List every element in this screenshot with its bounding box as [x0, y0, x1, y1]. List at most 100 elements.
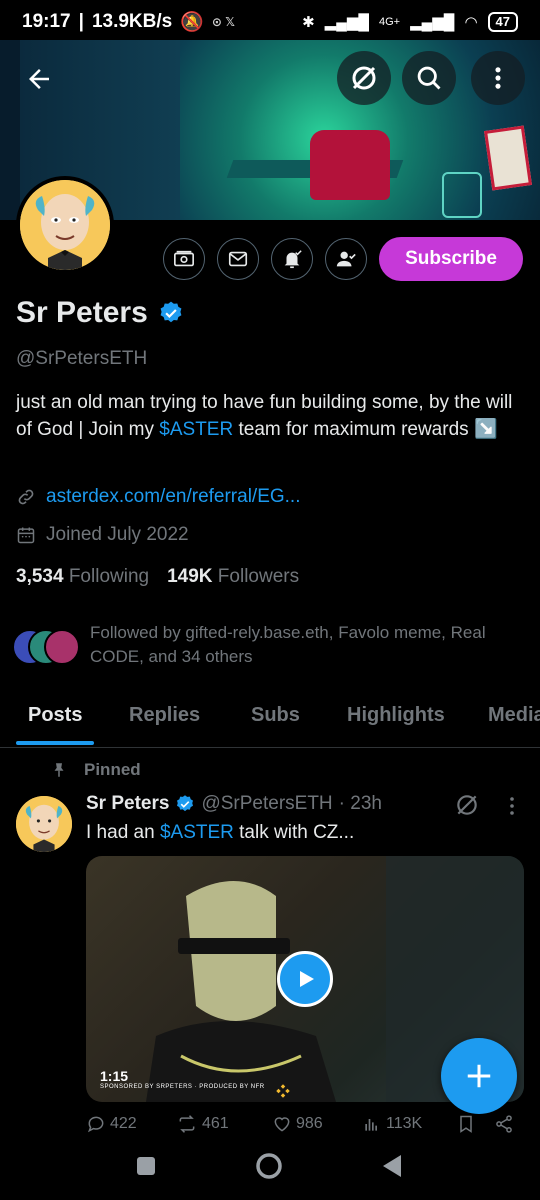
app-icon: ⊙ 𝕏: [211, 15, 235, 29]
tip-button[interactable]: [163, 238, 205, 280]
more-vertical-icon: [510, 797, 514, 815]
tab-media[interactable]: Media: [488, 704, 540, 727]
followed-by-row[interactable]: Followed by gifted-rely.base.eth, Favolo…: [12, 621, 532, 669]
bookmark-button[interactable]: [456, 1114, 476, 1134]
battery-indicator: 47: [487, 12, 518, 32]
tab-posts[interactable]: Posts: [28, 704, 82, 727]
joined-date: Joined July 2022: [46, 524, 189, 545]
system-nav-bar: [0, 1140, 540, 1200]
back-nav-button[interactable]: [381, 1153, 403, 1184]
status-speed: 13.9KB/s: [91, 11, 173, 32]
grok-button[interactable]: [337, 51, 391, 105]
profile-bio: just an old man trying to have fun build…: [16, 392, 513, 440]
arrow-emoji-icon: ↘️: [473, 419, 498, 440]
wifi-icon: ◠: [464, 14, 478, 31]
grok-icon: [457, 795, 477, 815]
following-button[interactable]: [325, 238, 367, 280]
verified-badge-icon[interactable]: [158, 300, 184, 326]
more-vertical-icon: [495, 67, 501, 89]
following-link[interactable]: 3,534 Following: [16, 566, 149, 588]
post-time: · 23h: [338, 793, 382, 814]
website-row: asterdex.com/en/referral/EG...: [16, 486, 301, 508]
post-header: Sr Peters @SrPetersETH · 23h: [86, 793, 382, 815]
like-button[interactable]: 986: [272, 1114, 323, 1134]
profile-avatar[interactable]: [16, 176, 114, 274]
more-options-button[interactable]: [471, 51, 525, 105]
plus-icon: [467, 1064, 491, 1088]
pinned-label: Pinned: [84, 760, 141, 779]
video-duration: 1:15 SPONSORED BY SRPETERS · PRODUCED BY…: [100, 1068, 265, 1090]
message-button[interactable]: [217, 238, 259, 280]
circle-home-icon: [256, 1153, 282, 1179]
play-button[interactable]: [277, 951, 333, 1007]
post-more-button[interactable]: [500, 794, 524, 823]
post-author-avatar[interactable]: [16, 796, 72, 852]
followers-count: 149K: [167, 566, 213, 587]
profile-name-row: Sr Peters: [16, 296, 184, 330]
repost-button[interactable]: 461: [176, 1114, 229, 1134]
grok-icon: [352, 66, 376, 90]
followed-by-text: Followed by gifted-rely.base.eth, Favolo…: [90, 623, 486, 666]
profile-name: Sr Peters: [16, 296, 148, 329]
triangle-back-icon: [383, 1155, 401, 1177]
avatar-image: [20, 180, 110, 270]
compose-fab[interactable]: [441, 1038, 517, 1114]
bookmark-icon: [460, 1115, 472, 1133]
website-link[interactable]: asterdex.com/en/referral/EG...: [46, 486, 301, 508]
repost-icon: [179, 1115, 195, 1133]
mute-icon: 🔕: [180, 12, 204, 33]
followers-label: Followers: [217, 566, 300, 587]
share-icon: [496, 1115, 512, 1133]
follow-counts: 3,534 Following 149K Followers: [16, 566, 299, 588]
follower-avatars: [12, 625, 80, 665]
post-cashtag-link[interactable]: $ASTER: [160, 822, 234, 843]
profile-tabs: Posts Replies Subs Highlights Media: [0, 692, 540, 748]
subscribe-button[interactable]: Subscribe: [379, 237, 523, 281]
post-author-name[interactable]: Sr Peters: [86, 793, 169, 815]
reply-icon: [87, 1116, 104, 1133]
notifications-button[interactable]: [271, 238, 313, 280]
tab-highlights[interactable]: Highlights: [347, 704, 445, 727]
recents-button[interactable]: [136, 1156, 156, 1181]
home-button[interactable]: [255, 1152, 283, 1185]
bluetooth-icon: ✱: [302, 14, 315, 31]
following-count: 3,534: [16, 566, 64, 587]
video-credit: SPONSORED BY SRPETERS · PRODUCED BY NFR: [100, 1084, 265, 1090]
tab-replies[interactable]: Replies: [129, 704, 200, 727]
person-check-icon: [336, 251, 356, 267]
play-icon: [300, 971, 314, 987]
post-author-handle: @SrPetersETH: [201, 793, 333, 814]
heart-icon: [274, 1117, 290, 1132]
square-icon: [137, 1157, 155, 1175]
reply-button[interactable]: 422: [86, 1114, 137, 1134]
share-button[interactable]: [494, 1114, 514, 1134]
follower-avatar: [44, 629, 80, 665]
avatar-image: [16, 796, 72, 852]
binance-logo-icon: [276, 1084, 290, 1098]
tab-subs[interactable]: Subs: [251, 704, 300, 727]
search-icon: [417, 66, 441, 90]
like-count: 986: [296, 1115, 323, 1132]
pin-icon: [54, 763, 64, 777]
link-icon: [18, 489, 34, 505]
signal2-icon: ▂▄▆█: [410, 14, 455, 31]
network-label: 4G+: [379, 16, 401, 28]
post-actions: 422 461 986 113K: [86, 1114, 526, 1142]
repost-count: 461: [202, 1115, 229, 1132]
bio-cashtag-link[interactable]: $ASTER: [159, 419, 233, 440]
views-button[interactable]: 113K: [362, 1114, 422, 1134]
envelope-icon: [228, 251, 248, 267]
search-button[interactable]: [402, 51, 456, 105]
status-bar: 19:17 | 13.9KB/s 🔕 ⊙ 𝕏 ✱ ▂▄▆█ 4G+ ▂▄▆█ ◠…: [0, 0, 540, 44]
views-count: 113K: [386, 1115, 423, 1132]
profile-handle: @SrPetersETH: [16, 348, 148, 369]
following-label: Following: [68, 566, 150, 587]
bell-check-icon: [284, 250, 302, 269]
signal-icon: ▂▄▆█: [324, 14, 369, 31]
pinned-label-row: Pinned: [50, 760, 141, 780]
post-grok-button[interactable]: [454, 792, 480, 823]
post-text: I had an $ASTER talk with CZ...: [86, 822, 355, 843]
joined-row: Joined July 2022: [16, 524, 189, 546]
back-button[interactable]: [12, 52, 66, 106]
followers-link[interactable]: 149K Followers: [167, 566, 299, 588]
